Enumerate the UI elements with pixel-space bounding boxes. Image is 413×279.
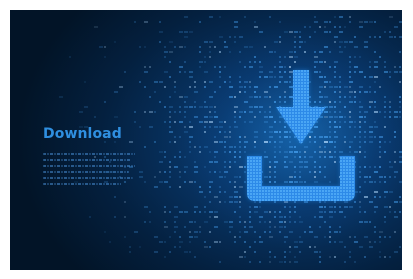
download-icon (247, 70, 355, 201)
tray-shape (247, 156, 355, 201)
arrow-shape (276, 70, 326, 144)
illustration-frame: Download (10, 10, 402, 270)
